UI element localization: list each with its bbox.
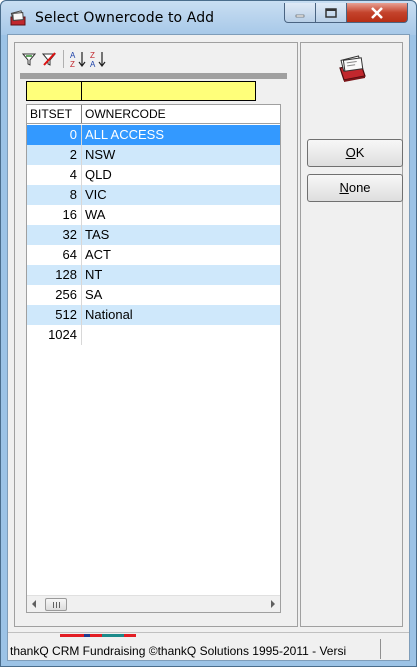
bitset-filter-cell[interactable] — [27, 82, 82, 100]
grid-rows: 0 ALL ACCESS 2 NSW 4 QLD 8 VIC 16 WA 32 … — [27, 125, 280, 345]
table-row[interactable]: 256 SA — [27, 285, 280, 305]
none-button[interactable]: None — [307, 174, 403, 202]
none-label: one — [348, 180, 371, 195]
column-header-bitset[interactable]: BITSET — [27, 105, 82, 123]
filter-button[interactable] — [20, 49, 38, 69]
clear-filter-button[interactable] — [40, 49, 58, 69]
brand-stripe — [60, 634, 136, 637]
maximize-icon — [325, 7, 337, 18]
ok-button[interactable]: OK — [307, 139, 403, 167]
ownercode-cell: QLD — [85, 167, 112, 182]
bitset-cell: 4 — [27, 165, 82, 185]
cardfile-icon — [339, 55, 366, 82]
ok-accelerator: O — [345, 145, 356, 160]
ownercode-cell: TAS — [85, 227, 110, 242]
table-row[interactable]: 32 TAS — [27, 225, 280, 245]
table-row[interactable]: 8 VIC — [27, 185, 280, 205]
bitset-cell: 1024 — [27, 325, 82, 345]
grid-header: BITSET OWNERCODE — [27, 105, 280, 124]
grip-icon — [52, 601, 54, 608]
filter-separator — [20, 73, 287, 79]
status-divider — [380, 639, 381, 659]
ownercode-cell: ACT — [85, 247, 111, 262]
stripe-red — [124, 634, 136, 637]
scroll-thumb[interactable] — [45, 598, 67, 611]
grip-icon — [55, 601, 57, 608]
bitset-cell: 2 — [27, 145, 82, 165]
svg-text:A: A — [90, 60, 96, 68]
ownercode-cell: ALL ACCESS — [85, 127, 165, 142]
toolbar-separator — [63, 50, 64, 68]
close-button[interactable] — [346, 3, 408, 23]
bitset-cell: 256 — [27, 285, 82, 305]
close-icon — [371, 6, 383, 19]
filter-row — [26, 81, 256, 101]
dialog-window: Select Ownercode to Add AZ ZA BITSET OWN… — [0, 0, 417, 667]
table-row[interactable]: 1024 — [27, 325, 280, 345]
ok-label: K — [355, 145, 365, 160]
clear-filter-icon — [42, 52, 56, 66]
status-bar: thankQ CRM Fundraising ©thankQ Solutions… — [8, 632, 409, 660]
bitset-cell: 64 — [27, 245, 82, 265]
table-row[interactable]: 128 NT — [27, 265, 280, 285]
status-text: thankQ CRM Fundraising ©thankQ Solutions… — [10, 644, 347, 658]
ownercode-cell: SA — [85, 287, 103, 302]
bitset-cell: 128 — [27, 265, 82, 285]
window-title: Select Ownercode to Add — [35, 10, 215, 26]
bitset-cell: 16 — [27, 205, 82, 225]
scroll-left-icon[interactable] — [32, 600, 36, 608]
bitset-cell: 8 — [27, 185, 82, 205]
ownercode-cell: NT — [85, 267, 103, 282]
stripe-red — [90, 634, 102, 637]
action-panel: OK None — [300, 42, 403, 627]
ownercode-grid: BITSET OWNERCODE 0 ALL ACCESS 2 NSW 4 QL… — [26, 104, 281, 613]
bitset-cell: 32 — [27, 225, 82, 245]
dialog-body: AZ ZA BITSET OWNERCODE 0 ALL ACCESS 2 NS… — [7, 34, 410, 661]
grid-toolbar: AZ ZA — [20, 49, 107, 69]
sort-ascending-icon: AZ — [70, 51, 86, 68]
table-row[interactable]: 512 National — [27, 305, 280, 325]
bitset-cell: 0 — [27, 125, 82, 145]
table-row[interactable]: 4 QLD — [27, 165, 280, 185]
minimize-icon — [295, 14, 305, 17]
stripe-teal — [102, 634, 124, 637]
column-header-ownercode[interactable]: OWNERCODE — [82, 105, 280, 123]
grip-icon — [58, 601, 60, 608]
stripe-red — [60, 634, 84, 637]
filter-icon — [22, 53, 36, 66]
sort-ascending-button[interactable]: AZ — [69, 49, 87, 69]
ownercode-cell — [82, 325, 280, 345]
svg-text:Z: Z — [70, 60, 75, 68]
scroll-right-icon[interactable] — [271, 600, 275, 608]
minimize-button[interactable] — [284, 3, 316, 23]
ownercode-cell: VIC — [85, 187, 107, 202]
svg-text:A: A — [70, 51, 76, 60]
none-accelerator: N — [339, 180, 349, 195]
cardfile-icon — [10, 10, 26, 26]
ownercode-cell: NSW — [85, 147, 116, 162]
sort-descending-icon: ZA — [90, 51, 106, 68]
ownercode-cell: National — [85, 307, 133, 322]
table-row[interactable]: 0 ALL ACCESS — [27, 125, 280, 145]
maximize-button[interactable] — [315, 3, 347, 23]
title-bar[interactable]: Select Ownercode to Add — [1, 1, 416, 35]
horizontal-scrollbar[interactable] — [27, 595, 280, 612]
svg-text:Z: Z — [90, 51, 95, 60]
table-row[interactable]: 16 WA — [27, 205, 280, 225]
ownercode-cell: WA — [85, 207, 106, 222]
table-row[interactable]: 2 NSW — [27, 145, 280, 165]
sort-descending-button[interactable]: ZA — [89, 49, 107, 69]
table-row[interactable]: 64 ACT — [27, 245, 280, 265]
bitset-cell: 512 — [27, 305, 82, 325]
ownercode-filter-cell[interactable] — [82, 82, 255, 100]
